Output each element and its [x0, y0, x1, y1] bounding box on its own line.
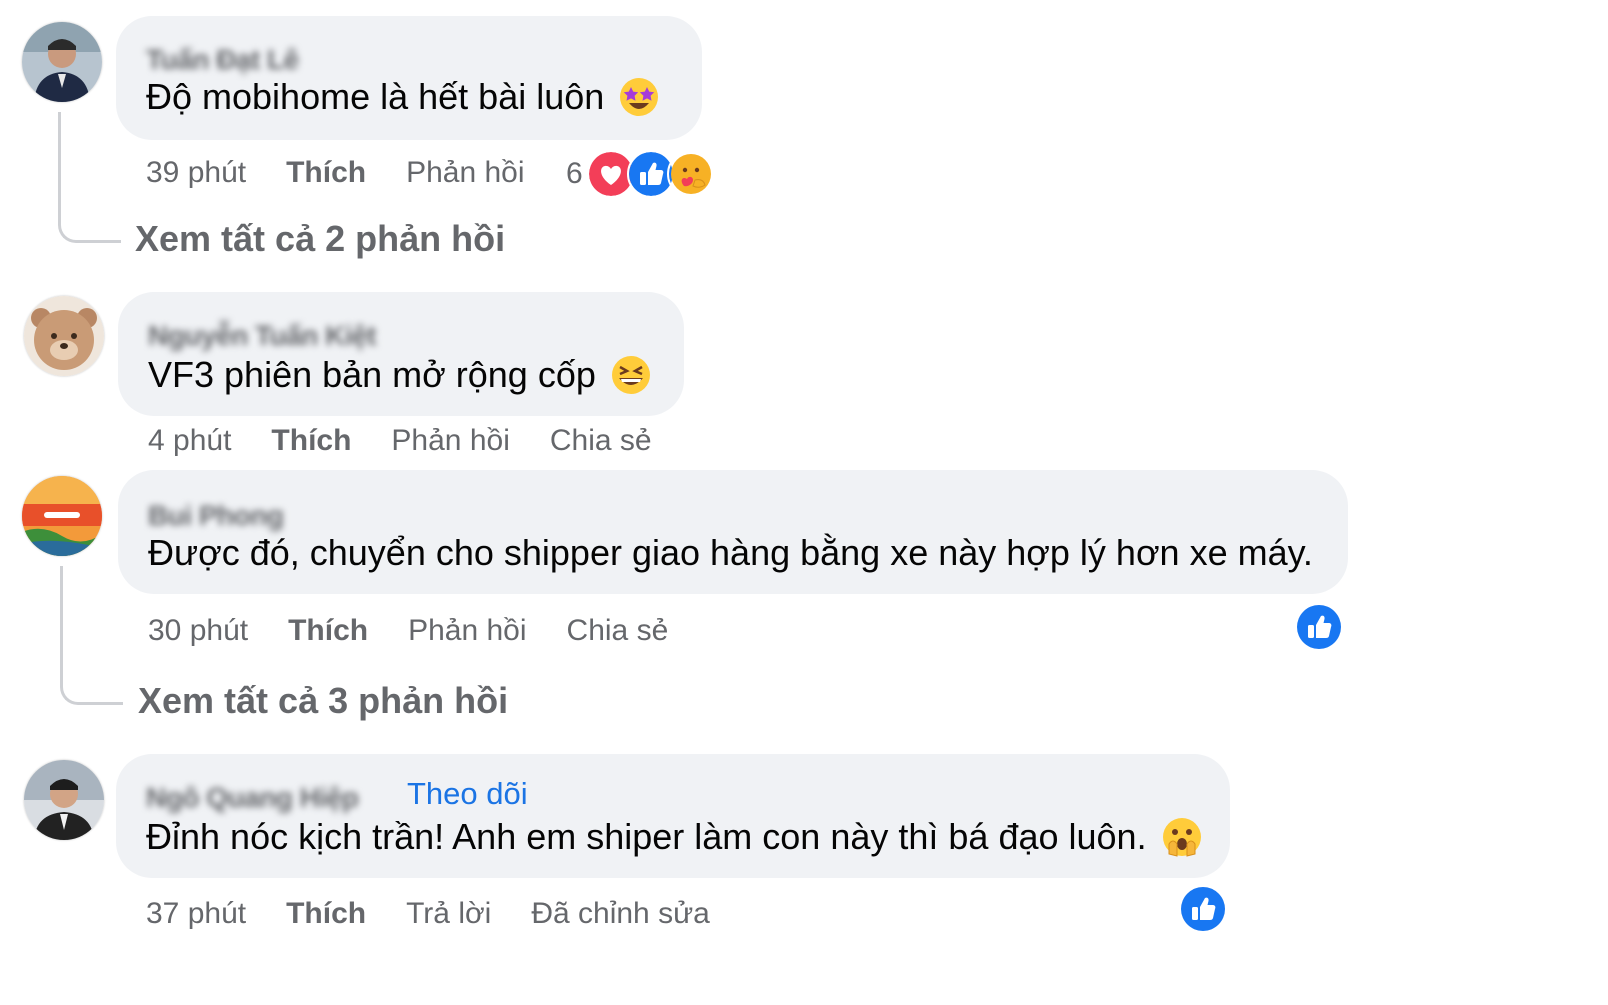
author-name[interactable]: Tuấn Đạt Lê [146, 44, 299, 76]
share-button[interactable]: Chia sẻ [567, 614, 669, 648]
avatar[interactable] [24, 760, 104, 840]
author-name[interactable]: Ngô Quang Hiệp [146, 782, 359, 814]
comment-actions: 39 phút Thích Phản hồi [146, 156, 525, 190]
avatar[interactable] [22, 22, 102, 102]
like-button[interactable]: Thích [286, 897, 366, 931]
edited-label: Đã chỉnh sửa [531, 897, 710, 930]
comment-time[interactable]: 37 phút [146, 897, 246, 931]
reply-button[interactable]: Trả lời [406, 897, 491, 931]
reaction-summary[interactable]: 6 [566, 150, 715, 198]
thread-line [60, 566, 123, 705]
like-reaction-icon[interactable] [1180, 886, 1226, 932]
comment-time[interactable]: 30 phút [148, 614, 248, 648]
thread-line [58, 112, 121, 243]
reply-button[interactable]: Phản hồi [406, 156, 524, 190]
grinning-squinting-emoji-icon [611, 356, 650, 394]
comment-time[interactable]: 4 phút [148, 424, 231, 458]
comment-actions: 37 phút Thích Trả lời Đã chỉnh sửa [146, 897, 710, 931]
like-button[interactable]: Thích [286, 156, 366, 190]
share-button[interactable]: Chia sẻ [550, 424, 652, 458]
reaction-count: 6 [566, 157, 583, 190]
like-button[interactable]: Thích [288, 614, 368, 648]
comment-time[interactable]: 39 phút [146, 156, 246, 190]
reply-button[interactable]: Phản hồi [408, 614, 526, 648]
avatar[interactable] [24, 296, 104, 376]
star-struck-emoji-icon [620, 78, 659, 116]
like-reaction-icon[interactable] [1296, 604, 1342, 650]
comment-text-content: Độ mobihome là hết bài luôn [146, 76, 605, 117]
view-replies-link[interactable]: Xem tất cả 2 phản hồi [135, 218, 505, 260]
comment-text-content: VF3 phiên bản mở rộng cốp [148, 354, 596, 395]
comment-text: Độ mobihome là hết bài luôn [146, 76, 660, 118]
comment-text: Đỉnh nóc kịch trần! Anh em shiper làm co… [146, 816, 1203, 858]
avatar[interactable] [22, 476, 102, 556]
author-name[interactable]: Nguyễn Tuấn Kiệt [148, 320, 376, 352]
comment-text: Được đó, chuyển cho shipper giao hàng bằ… [148, 532, 1313, 574]
comment-text: VF3 phiên bản mở rộng cốp [148, 354, 652, 396]
reply-button[interactable]: Phản hồi [391, 424, 509, 458]
view-replies-link[interactable]: Xem tất cả 3 phản hồi [138, 680, 508, 722]
comment-text-content: Đỉnh nóc kịch trần! Anh em shiper làm co… [146, 816, 1147, 857]
comment-actions: 4 phút Thích Phản hồi Chia sẻ [148, 424, 652, 458]
comment-actions: 30 phút Thích Phản hồi Chia sẻ [148, 614, 668, 648]
like-button[interactable]: Thích [271, 424, 351, 458]
comment-text-content: Được đó, chuyển cho shipper giao hàng bằ… [148, 532, 1313, 573]
follow-link[interactable]: Theo dõi [407, 776, 528, 812]
face-with-hand-over-mouth-emoji-icon [1162, 818, 1201, 857]
author-name[interactable]: Bui Phong [148, 500, 284, 532]
care-reaction-icon [666, 150, 715, 198]
